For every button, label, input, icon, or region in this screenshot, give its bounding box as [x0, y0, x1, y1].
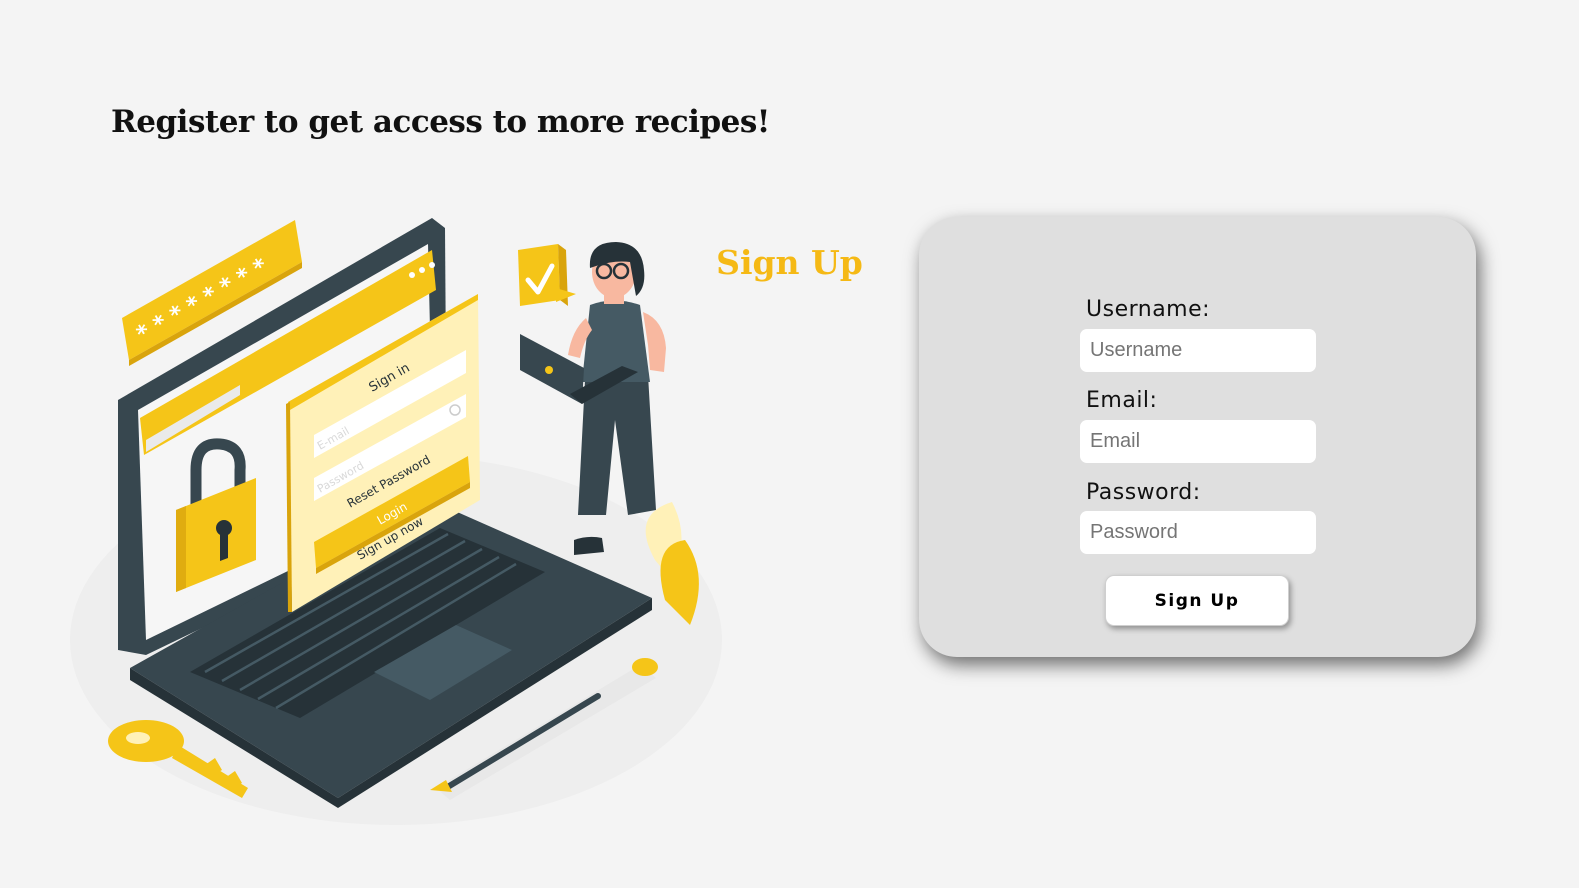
password-input[interactable] — [1080, 511, 1316, 554]
email-label: Email: — [1086, 388, 1158, 413]
password-label: Password: — [1086, 480, 1201, 505]
login-security-illustration: * * * * * * * * Sign in E-mail Password … — [70, 218, 722, 825]
email-input[interactable] — [1080, 420, 1316, 463]
username-label: Username: — [1086, 297, 1211, 322]
page-title: Register to get access to more recipes! — [111, 104, 770, 140]
username-input[interactable] — [1080, 329, 1316, 372]
sign-up-button[interactable]: Sign Up — [1105, 575, 1289, 626]
signup-title: Sign Up — [716, 243, 863, 282]
